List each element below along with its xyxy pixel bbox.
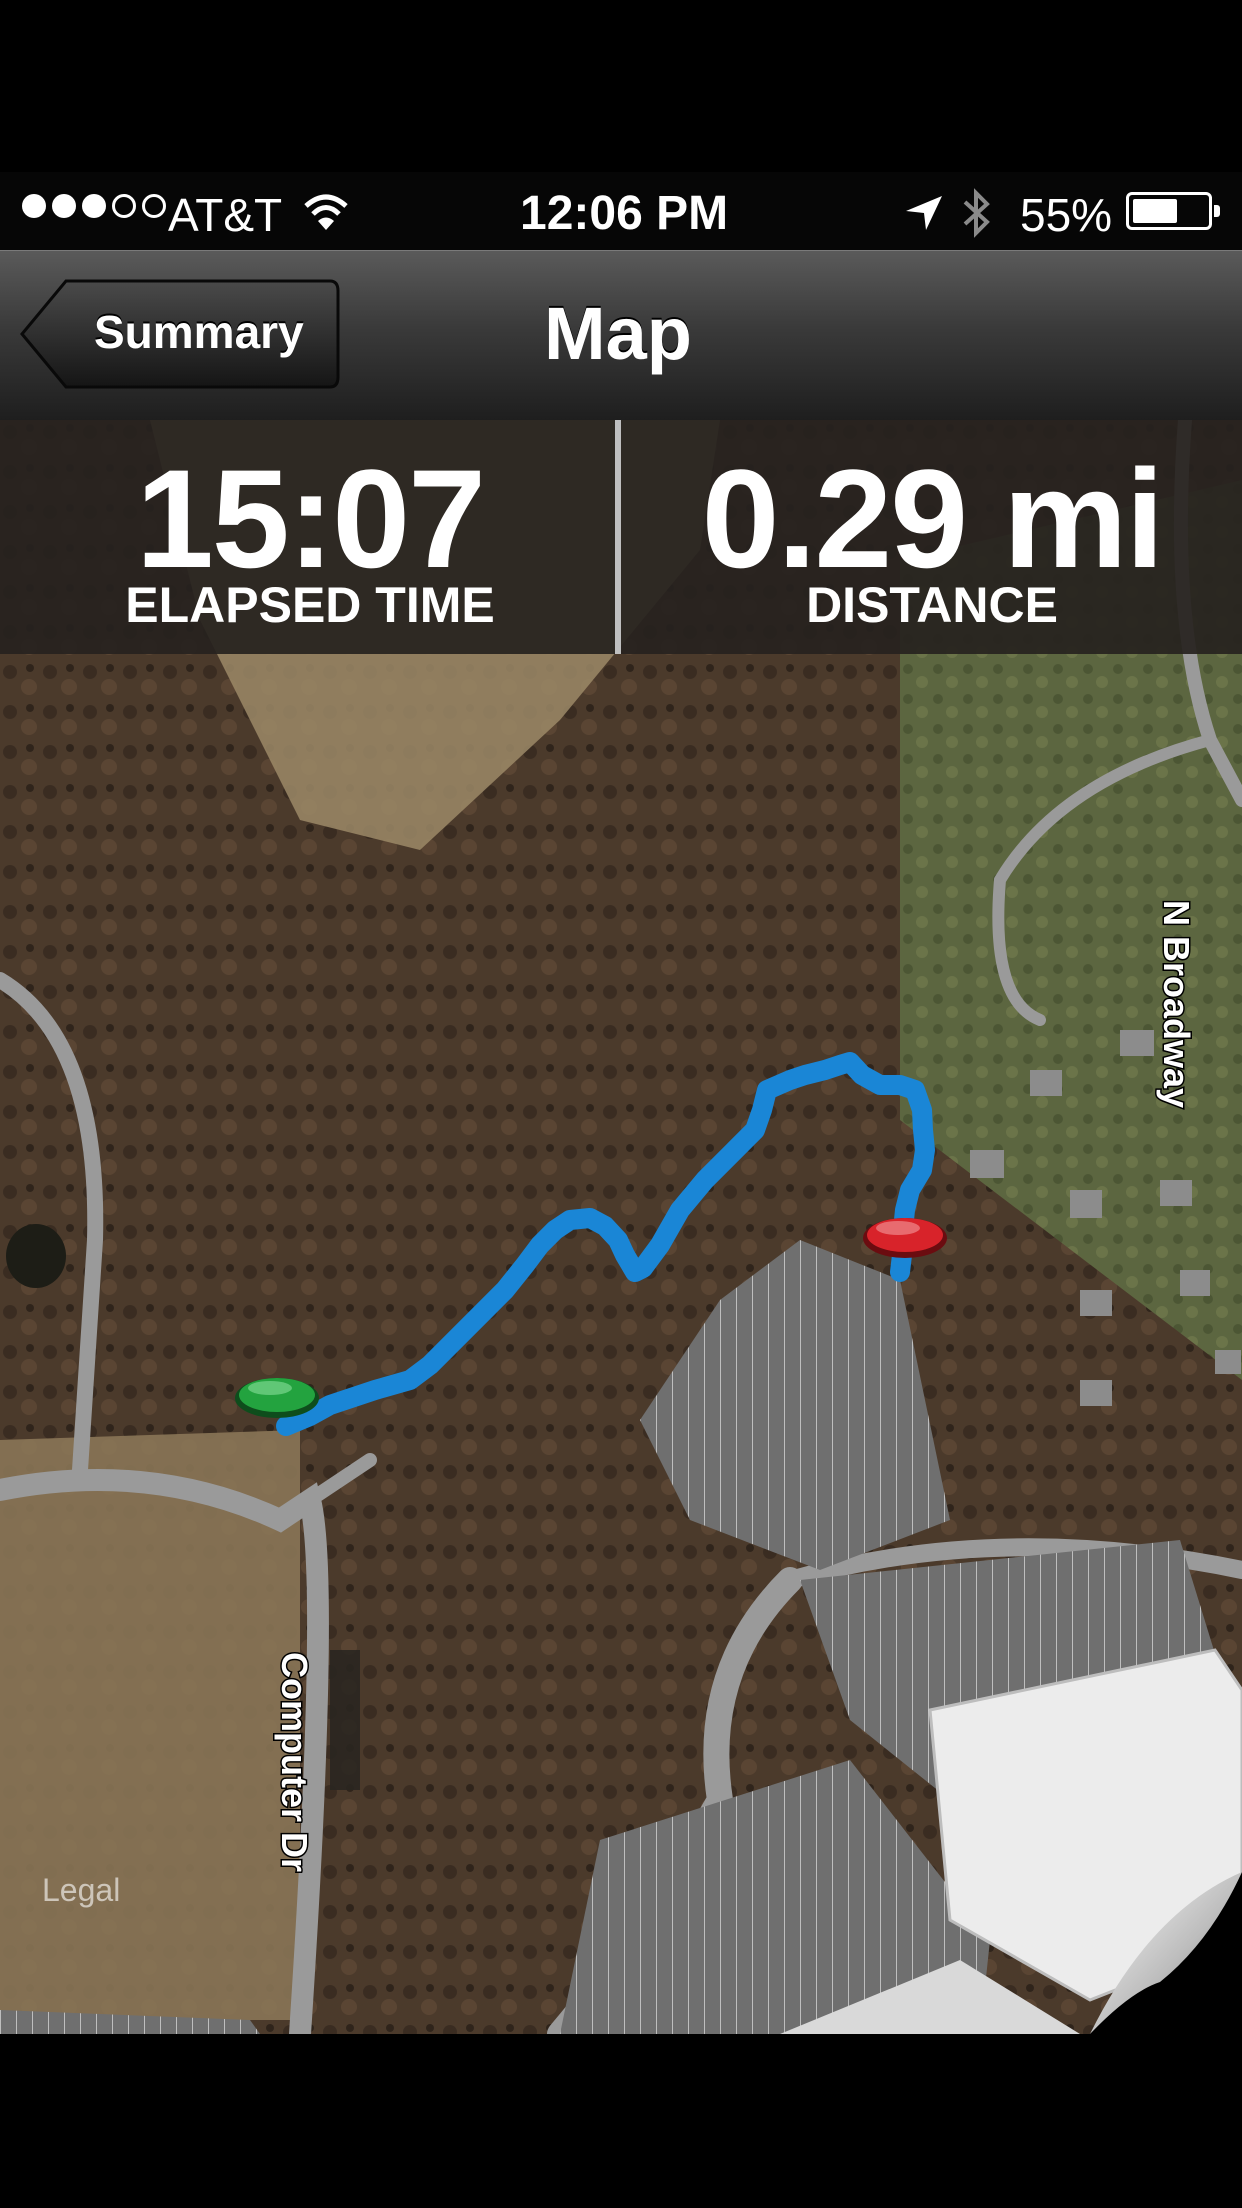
wifi-icon (304, 194, 348, 230)
satellite-map-view[interactable]: N Broadway Computer Dr (0, 413, 1242, 2034)
navigation-bar: Summary Map (0, 250, 1242, 423)
elapsed-time-label: ELAPSED TIME (125, 577, 495, 633)
battery-icon (1126, 192, 1220, 230)
road-label-broadway: N Broadway (1156, 900, 1197, 1108)
page-title: Map (544, 292, 692, 375)
bluetooth-icon (963, 188, 990, 238)
pond (6, 1224, 66, 1288)
app-screen: AT&T 12:06 PM 55% Summary Map N Broadway… (0, 172, 1242, 2034)
stats-divider (615, 420, 621, 654)
status-bar: AT&T 12:06 PM 55% (0, 172, 1242, 250)
end-pin[interactable] (863, 1218, 947, 1258)
signal-strength-icon (22, 194, 166, 218)
workout-stats-panel: 15:07 ELAPSED TIME 0.29 mi DISTANCE (0, 420, 1242, 654)
route-map[interactable]: N Broadway Computer Dr (0, 413, 1242, 2034)
elapsed-time-stat: 15:07 ELAPSED TIME (0, 420, 620, 654)
battery-percent: 55% (1020, 189, 1113, 241)
legal-link[interactable]: Legal (42, 1872, 120, 1909)
road-label-computer-dr: Computer Dr (274, 1652, 315, 1872)
water-channel (330, 1650, 360, 1790)
page-curl-icon[interactable] (1090, 1872, 1242, 2034)
distance-stat: 0.29 mi DISTANCE (622, 420, 1242, 654)
start-pin[interactable] (235, 1378, 319, 1418)
status-time: 12:06 PM (520, 187, 729, 240)
carrier-label: AT&T (168, 189, 283, 241)
distance-label: DISTANCE (806, 577, 1058, 633)
location-arrow-icon (906, 196, 942, 230)
